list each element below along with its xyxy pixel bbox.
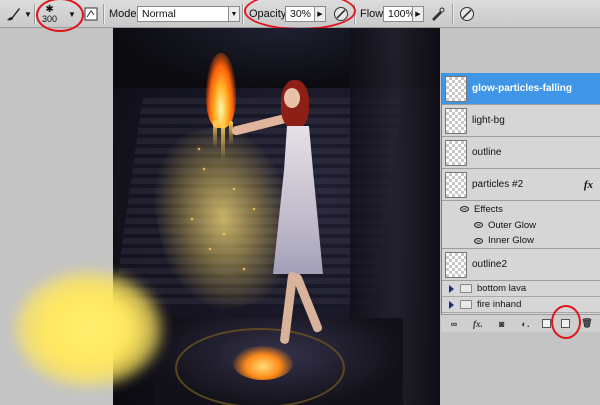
layer-thumbnail xyxy=(445,171,467,198)
brush-panel-toggle[interactable] xyxy=(84,0,98,28)
layer-name: glow-particles-falling xyxy=(472,83,573,94)
yellow-brush-glow xyxy=(14,270,164,388)
options-bar: ▼ ✱ 300 ▼ Mode: Normal ▼ Opacity: 30% ▶ … xyxy=(0,0,600,28)
layer-thumbnail xyxy=(445,251,467,278)
mask-icon[interactable]: ◙ xyxy=(495,318,509,330)
brush-panel-icon xyxy=(84,7,98,21)
folder-icon xyxy=(460,284,472,293)
layers-bottom-toolbar: ∞ fx. ◙ ◐. 🗑 xyxy=(441,314,600,332)
chevron-down-icon[interactable]: ▼ xyxy=(24,10,32,19)
layer-name: light-bg xyxy=(472,115,505,126)
eye-icon[interactable] xyxy=(474,237,483,244)
layer-row-light-bg[interactable]: light-bg xyxy=(442,105,600,137)
fx-icon[interactable]: fx. xyxy=(471,318,485,330)
pressure-size-icon xyxy=(459,6,475,22)
eye-icon[interactable] xyxy=(460,206,469,212)
layer-name: outline2 xyxy=(472,259,508,270)
mode-field[interactable]: Normal xyxy=(137,6,229,22)
opacity-pressure-button[interactable] xyxy=(333,0,349,28)
trash-icon[interactable]: 🗑 xyxy=(580,318,594,330)
flow-field[interactable]: 100% xyxy=(383,6,415,22)
eye-icon[interactable] xyxy=(474,222,483,228)
effect-inner-glow[interactable]: Inner Glow xyxy=(442,233,600,249)
mode-select[interactable]: Normal ▼ xyxy=(137,0,240,28)
layer-row-particles-2[interactable]: particles #2 fx xyxy=(442,169,600,201)
group-name: fire inhand xyxy=(477,299,522,310)
brush-size-dropdown[interactable]: ▼ xyxy=(68,0,76,28)
pressure-opacity-icon xyxy=(333,6,349,22)
link-icon[interactable]: ∞ xyxy=(447,318,461,330)
expand-arrow-icon[interactable] xyxy=(449,284,454,293)
brush-preset-picker[interactable]: ▼ xyxy=(4,0,32,28)
effects-label: Effects xyxy=(474,203,503,215)
chevron-down-icon: ▼ xyxy=(68,9,76,19)
chevron-right-icon[interactable]: ▶ xyxy=(314,6,326,22)
group-name: bottom lava xyxy=(477,283,527,294)
brush-size-picker[interactable]: ✱ 300 xyxy=(42,0,57,28)
fx-icon[interactable]: fx xyxy=(584,179,593,191)
expand-arrow-icon[interactable] xyxy=(449,300,454,309)
group-row-fire-inhand[interactable]: fire inhand xyxy=(442,297,600,313)
brush-icon xyxy=(4,5,22,23)
adjustment-icon[interactable]: ◐. xyxy=(518,318,532,330)
chevron-right-icon[interactable]: ▶ xyxy=(412,6,424,22)
layer-thumbnail xyxy=(445,107,467,134)
airbrush-icon xyxy=(430,6,446,22)
layer-name: particles #2 xyxy=(472,179,524,190)
opacity-field[interactable]: 30% xyxy=(285,6,315,22)
airbrush-button[interactable] xyxy=(430,0,446,28)
effect-outer-glow[interactable]: Outer Glow xyxy=(442,217,600,233)
flow-control[interactable]: 100% ▶ xyxy=(383,0,424,28)
pressure-size-button[interactable] xyxy=(459,0,475,28)
layer-row-outline2[interactable]: outline2 xyxy=(442,249,600,281)
layer-row-outline[interactable]: outline xyxy=(442,137,600,169)
layer-thumbnail xyxy=(445,75,467,102)
effects-row[interactable]: Effects xyxy=(442,201,600,217)
fire-in-hand xyxy=(206,53,236,128)
effect-name: Inner Glow xyxy=(488,235,534,246)
opacity-label: Opacity: xyxy=(249,8,290,20)
effect-name: Outer Glow xyxy=(488,219,537,231)
folder-icon xyxy=(460,300,472,309)
layer-name: outline xyxy=(472,147,502,158)
group-row-bottom-lava[interactable]: bottom lava xyxy=(442,281,600,297)
layers-panel: glow-particles-falling light-bg outline … xyxy=(441,73,600,332)
mode-label: Mode: xyxy=(109,8,140,20)
brush-size-value: 300 xyxy=(42,13,58,24)
layer-row-glow-particles-falling[interactable]: glow-particles-falling xyxy=(442,73,600,105)
chevron-down-icon[interactable]: ▼ xyxy=(228,6,240,22)
floor-glow xyxy=(233,346,293,380)
layer-thumbnail xyxy=(445,139,467,166)
new-layer-icon[interactable] xyxy=(561,319,571,328)
document-canvas[interactable] xyxy=(113,28,440,405)
opacity-control[interactable]: 30% ▶ xyxy=(285,0,326,28)
group-icon[interactable] xyxy=(542,319,552,328)
brush-dot-icon: ✱ xyxy=(45,3,54,15)
